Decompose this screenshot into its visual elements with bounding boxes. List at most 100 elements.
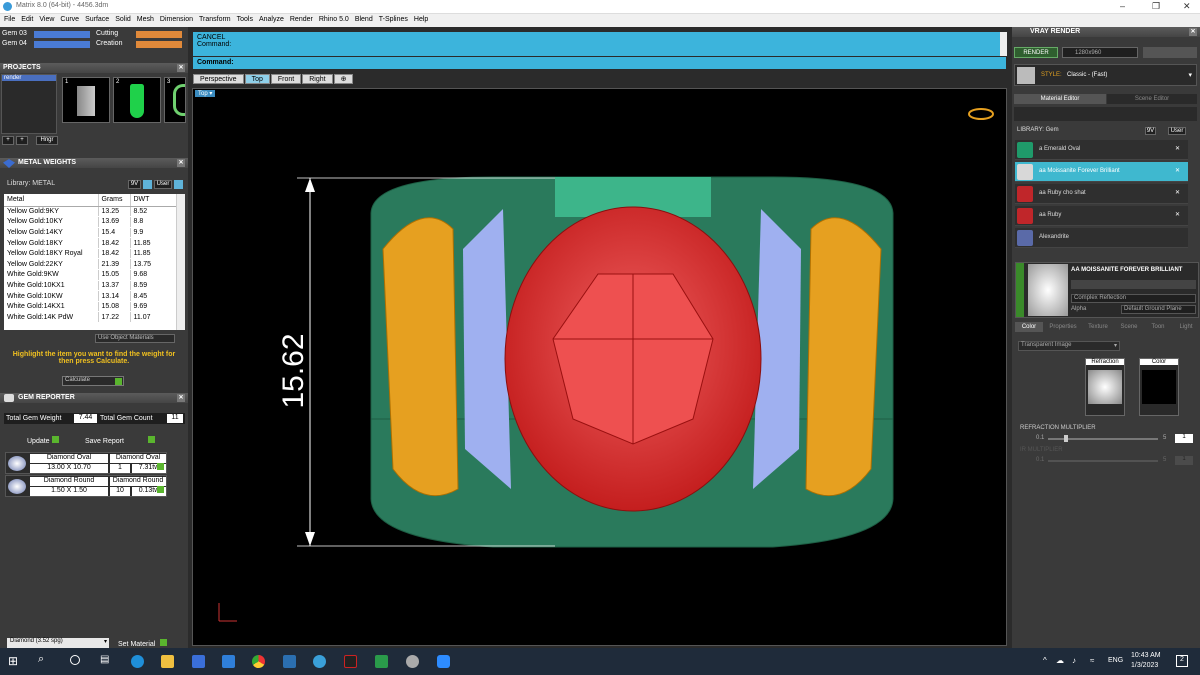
gem-row-oval[interactable]: Diamond Oval 13.00 X 10.70 Diamond Oval …	[5, 452, 167, 474]
zoom-icon[interactable]	[437, 655, 450, 668]
metal-row[interactable]: White Gold:10KW 13.14 8.45	[4, 290, 176, 302]
store-icon[interactable]	[192, 655, 205, 668]
metal-row[interactable]: Yellow Gold:9KY 13.25 8.52	[4, 206, 176, 218]
detail-collapse-icon[interactable]	[1016, 263, 1024, 317]
layer-gem04-controls[interactable]	[34, 41, 90, 48]
metal-user-button[interactable]: User	[154, 180, 172, 189]
remove-material-icon[interactable]: ✕	[1175, 189, 1180, 196]
menu-help[interactable]: Help	[410, 14, 430, 23]
clock-time[interactable]: 10:43 AM	[1131, 652, 1161, 659]
tab-color[interactable]: Color	[1015, 322, 1043, 332]
menu-analyze[interactable]: Analyze	[255, 14, 286, 23]
gem-round-go-icon[interactable]	[157, 486, 164, 493]
render-button[interactable]: RENDER	[1014, 47, 1058, 58]
calculate-go-icon[interactable]	[115, 378, 122, 385]
metal-row[interactable]: White Gold:14K PdW 17.22 11.07	[4, 311, 176, 324]
project-thumb-2[interactable]: 2	[113, 77, 161, 123]
ir-multiplier-slider[interactable]: 0.1 5 1	[1020, 456, 1196, 465]
metal-row[interactable]: Yellow Gold:22KY 21.39 13.75	[4, 258, 176, 271]
update-go-icon[interactable]	[51, 436, 59, 443]
set-material-button[interactable]: Set Material	[118, 639, 168, 648]
chrome-icon[interactable]	[252, 655, 265, 668]
gem-reporter-close-icon[interactable]: ✕	[177, 394, 185, 402]
hinge-button[interactable]: Hngr	[36, 136, 58, 145]
metal-user-toggle[interactable]	[174, 180, 183, 189]
project-thumb-1[interactable]: 1	[62, 77, 110, 123]
menu-dimension[interactable]: Dimension	[156, 14, 195, 23]
update-button[interactable]: Update	[27, 436, 59, 445]
col-metal[interactable]: Metal	[4, 194, 98, 207]
metal-9v-button[interactable]: 9V	[128, 180, 141, 189]
task-view-icon[interactable]: ▤	[100, 654, 109, 665]
layer-creation[interactable]: Creation	[96, 40, 122, 47]
detail-toolbar[interactable]	[1071, 280, 1196, 289]
vray-close-icon[interactable]: ✕	[1189, 28, 1197, 36]
tab-light[interactable]: Light	[1173, 322, 1199, 332]
layer-creation-controls[interactable]	[136, 41, 182, 48]
material-item[interactable]: aa Ruby ✕	[1015, 206, 1188, 226]
transparent-select[interactable]: Transparent Image ▾	[1018, 341, 1120, 351]
add-project-button[interactable]: +	[2, 136, 14, 145]
material-select[interactable]: Diamond (3.52 spg) ▾	[7, 638, 109, 648]
menu-file[interactable]: File	[0, 14, 17, 23]
style-chevron-icon[interactable]: ▾	[1188, 71, 1192, 79]
refraction-box[interactable]: Refraction	[1085, 358, 1125, 416]
gem-row-round[interactable]: Diamond Round 1.50 X 1.50 Diamond Round …	[5, 475, 167, 497]
metal-weights-close-icon[interactable]: ✕	[177, 159, 185, 167]
gem-9v-button[interactable]: 9V	[1145, 127, 1156, 135]
excel-icon[interactable]	[375, 655, 388, 668]
search-icon[interactable]: ⌕	[38, 653, 44, 666]
command-scrollbar[interactable]	[1000, 32, 1007, 56]
material-item[interactable]: Alexandrite	[1015, 228, 1188, 248]
menu-transform[interactable]: Transform	[195, 14, 233, 23]
maximize-icon[interactable]: ❐	[1152, 1, 1160, 12]
volume-icon[interactable]: ♪	[1072, 656, 1076, 665]
refraction-multiplier-slider[interactable]: 0.1 5 1	[1020, 434, 1196, 443]
material-item[interactable]: aa Moissanite Forever Brilliant ✕	[1015, 162, 1188, 182]
metal-row[interactable]: Yellow Gold:18KY 18.42 11.85	[4, 237, 176, 249]
material-item[interactable]: a Emerald Oval ✕	[1015, 140, 1188, 160]
remove-material-icon[interactable]: ✕	[1175, 211, 1180, 218]
viewport-top[interactable]: Top ▾ 15.62	[192, 88, 1007, 646]
close-icon[interactable]: ✕	[1183, 1, 1191, 12]
tab-scene-editor[interactable]: Scene Editor	[1107, 94, 1197, 104]
metal-row[interactable]: White Gold:9KW 15.05 9.68	[4, 269, 176, 281]
layer-cutting[interactable]: Cutting	[96, 30, 118, 37]
mail-icon[interactable]	[222, 655, 235, 668]
metal-table[interactable]: Metal Grams DWT Yellow Gold:9KY 13.25 8.52…	[4, 194, 185, 330]
file-explorer-icon[interactable]	[161, 655, 174, 668]
remove-material-icon[interactable]: ✕	[1175, 167, 1180, 174]
save-report-button[interactable]: Save Report	[85, 436, 155, 445]
remove-material-icon[interactable]: ✕	[1175, 145, 1180, 152]
tab-toon[interactable]: Toon	[1145, 322, 1171, 332]
tab-top[interactable]: Top	[244, 74, 270, 84]
metal-9v-toggle[interactable]	[143, 180, 152, 189]
menu-curve[interactable]: Curve	[56, 14, 81, 23]
menu-edit[interactable]: Edit	[17, 14, 35, 23]
menu-view[interactable]: View	[35, 14, 56, 23]
menu-surface[interactable]: Surface	[81, 14, 111, 23]
language-indicator[interactable]: ENG	[1108, 657, 1123, 664]
layer-cutting-controls[interactable]	[136, 31, 182, 38]
layer-gem03-controls[interactable]	[34, 31, 90, 38]
project-list[interactable]: render	[1, 74, 57, 134]
gem-user-button[interactable]: User	[1168, 127, 1186, 135]
rm-thumb[interactable]	[1064, 435, 1068, 442]
menu-solid[interactable]: Solid	[111, 14, 133, 23]
save-report-go-icon[interactable]	[147, 436, 155, 443]
notification-icon[interactable]: 2	[1176, 655, 1188, 667]
use-object-materials[interactable]: Use Object Materials	[95, 334, 175, 343]
tab-properties[interactable]: Properties	[1045, 322, 1081, 332]
metal-row[interactable]: Yellow Gold:10KY 13.69 8.8	[4, 216, 176, 228]
layer-gem04[interactable]: Gem 04	[2, 40, 32, 47]
menu-render[interactable]: Render	[286, 14, 315, 23]
render-tools[interactable]	[1143, 47, 1197, 58]
project-item-render[interactable]: render	[2, 75, 56, 81]
network-icon[interactable]: ≈	[1090, 656, 1094, 665]
menu-rhino[interactable]: Rhino 5.0	[315, 14, 351, 23]
set-material-go-icon[interactable]	[160, 639, 168, 646]
viewport-label[interactable]: Top ▾	[195, 90, 216, 97]
col-grams[interactable]: Grams	[97, 194, 130, 207]
tab-right[interactable]: Right	[302, 74, 333, 84]
ir-value[interactable]: 1	[1175, 456, 1193, 465]
